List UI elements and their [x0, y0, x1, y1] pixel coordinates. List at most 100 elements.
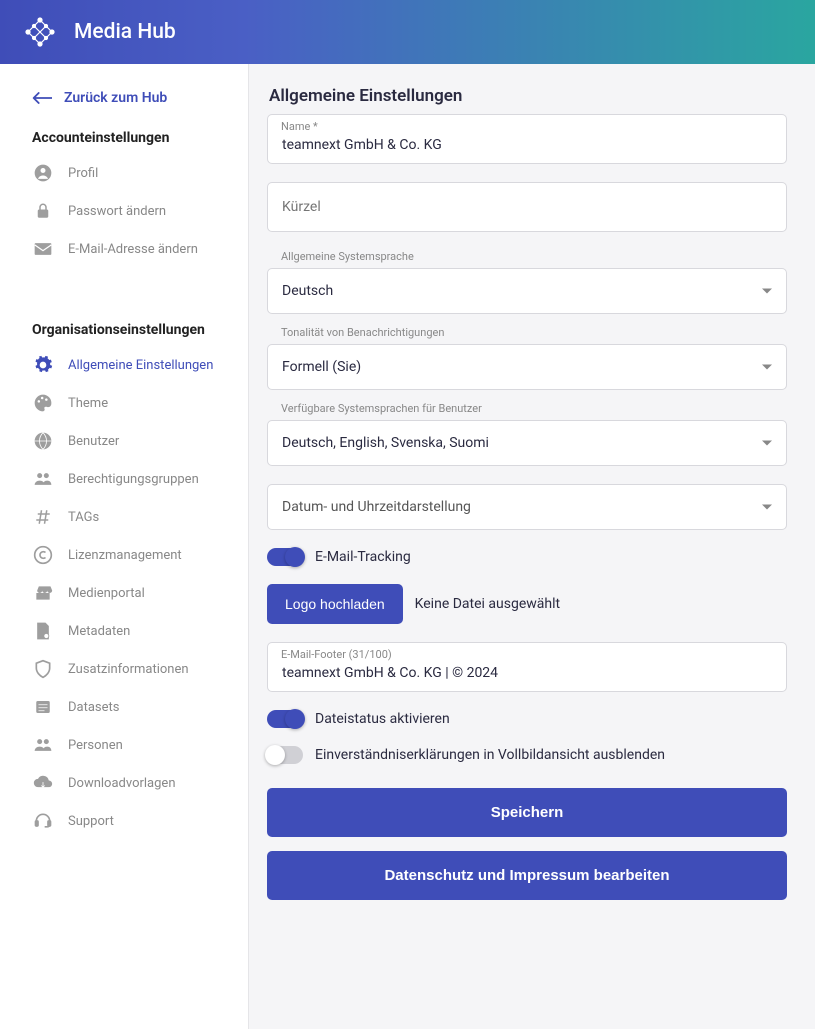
palette-icon	[32, 392, 54, 414]
sidebar-item-label: Theme	[68, 396, 108, 411]
email-footer-label: E-Mail-Footer (31/100)	[281, 648, 392, 661]
tonality-wrap: Tonalität von Benachrichtigungen Formell…	[267, 326, 787, 390]
people-icon	[32, 734, 54, 756]
copyright-icon	[32, 544, 54, 566]
datetime-select[interactable]: Datum- und Uhrzeitdarstellung	[267, 484, 787, 530]
syslang-value: Deutsch	[282, 283, 333, 299]
sidebar-item-label: Profil	[68, 166, 98, 181]
datetime-wrap: Datum- und Uhrzeitdarstellung	[267, 484, 787, 530]
consent-hide-row: Einverständniserklärungen in Vollbildans…	[267, 746, 787, 764]
arrow-left-icon	[32, 91, 52, 105]
account-section-title: Accounteinstellungen	[0, 124, 248, 154]
org-section-title: Organisationseinstellungen	[0, 316, 248, 346]
sidebar-item-persons[interactable]: Personen	[0, 726, 248, 764]
abbrev-input[interactable]	[267, 182, 787, 232]
sidebar-item-label: Passwort ändern	[68, 204, 166, 219]
file-gear-icon	[32, 620, 54, 642]
consent-hide-toggle[interactable]	[267, 746, 303, 764]
sidebar-item-theme[interactable]: Theme	[0, 384, 248, 422]
storefront-icon	[32, 582, 54, 604]
page-title: Allgemeine Einstellungen	[267, 86, 787, 106]
sidebar-item-label: Downloadvorlagen	[68, 776, 176, 791]
sidebar-item-permission-groups[interactable]: Berechtigungsgruppen	[0, 460, 248, 498]
app-logo-icon	[20, 12, 60, 52]
sidebar-item-label: Personen	[68, 738, 123, 753]
name-field-wrap: Name *	[267, 114, 787, 164]
sidebar-item-label: Datasets	[68, 700, 120, 715]
sidebar-item-label: TAGs	[68, 510, 99, 525]
logo-upload-button[interactable]: Logo hochladen	[267, 584, 403, 624]
app-title: Media Hub	[74, 20, 176, 44]
topbar: Media Hub	[0, 0, 815, 64]
sidebar-item-additional-info[interactable]: Zusatzinformationen	[0, 650, 248, 688]
logo-upload-row: Logo hochladen Keine Datei ausgewählt	[267, 584, 787, 624]
abbrev-field-wrap	[267, 182, 787, 232]
sidebar-item-label: E-Mail-Adresse ändern	[68, 242, 198, 257]
logo-upload-status: Keine Datei ausgewählt	[415, 596, 560, 612]
name-label: Name *	[281, 120, 318, 133]
chevron-down-icon	[762, 365, 772, 370]
tonality-value: Formell (Sie)	[282, 359, 361, 375]
chevron-down-icon	[762, 505, 772, 510]
group-icon	[32, 468, 54, 490]
sidebar-item-users[interactable]: Benutzer	[0, 422, 248, 460]
sidebar-item-password[interactable]: Passwort ändern	[0, 192, 248, 230]
syslang-select[interactable]: Deutsch	[267, 268, 787, 314]
mail-icon	[32, 238, 54, 260]
sidebar-item-support[interactable]: Support	[0, 802, 248, 840]
email-tracking-label: E-Mail-Tracking	[315, 549, 411, 565]
sidebar-item-label: Benutzer	[68, 434, 119, 449]
sidebar-item-label: Metadaten	[68, 624, 130, 639]
shield-icon	[32, 658, 54, 680]
file-status-row: Dateistatus aktivieren	[267, 710, 787, 728]
main-content: Allgemeine Einstellungen Name * Allgemei…	[249, 64, 815, 1029]
app-logo[interactable]: Media Hub	[20, 12, 176, 52]
person-circle-icon	[32, 162, 54, 184]
list-icon	[32, 696, 54, 718]
consent-hide-label: Einverständniserklärungen in Vollbildans…	[315, 747, 665, 763]
sidebar-item-media-portal[interactable]: Medienportal	[0, 574, 248, 612]
back-link-label: Zurück zum Hub	[64, 90, 167, 106]
sidebar-item-label: Allgemeine Einstellungen	[68, 358, 213, 373]
avail-langs-select[interactable]: Deutsch, English, Svenska, Suomi	[267, 420, 787, 466]
name-input[interactable]	[267, 114, 787, 164]
sidebar-item-tags[interactable]: TAGs	[0, 498, 248, 536]
sidebar: Zurück zum Hub Accounteinstellungen Prof…	[0, 64, 249, 1029]
email-tracking-row: E-Mail-Tracking	[267, 548, 787, 566]
datetime-label: Datum- und Uhrzeitdarstellung	[282, 499, 471, 515]
sidebar-item-label: Lizenzmanagement	[68, 548, 182, 563]
sidebar-item-datasets[interactable]: Datasets	[0, 688, 248, 726]
email-footer-wrap: E-Mail-Footer (31/100)	[267, 642, 787, 692]
avail-langs-wrap: Verfügbare Systemsprachen für Benutzer D…	[267, 402, 787, 466]
chevron-down-icon	[762, 289, 772, 294]
file-status-toggle[interactable]	[267, 710, 303, 728]
lock-icon	[32, 200, 54, 222]
avail-langs-label: Verfügbare Systemsprachen für Benutzer	[267, 402, 787, 420]
sidebar-item-label: Zusatzinformationen	[68, 662, 189, 677]
syslang-label: Allgemeine Systemsprache	[267, 250, 787, 268]
privacy-imprint-button[interactable]: Datenschutz und Impressum bearbeiten	[267, 851, 787, 900]
sidebar-item-metadata[interactable]: Metadaten	[0, 612, 248, 650]
headset-icon	[32, 810, 54, 832]
save-button[interactable]: Speichern	[267, 788, 787, 837]
cloud-download-icon	[32, 772, 54, 794]
sidebar-item-label: Medienportal	[68, 586, 145, 601]
gear-icon	[32, 354, 54, 376]
email-tracking-toggle[interactable]	[267, 548, 303, 566]
sidebar-item-license[interactable]: Lizenzmanagement	[0, 536, 248, 574]
sidebar-item-profile[interactable]: Profil	[0, 154, 248, 192]
file-status-label: Dateistatus aktivieren	[315, 711, 450, 727]
hash-icon	[32, 506, 54, 528]
globe-icon	[32, 430, 54, 452]
back-to-hub-link[interactable]: Zurück zum Hub	[0, 82, 248, 124]
sidebar-item-download-templates[interactable]: Downloadvorlagen	[0, 764, 248, 802]
syslang-wrap: Allgemeine Systemsprache Deutsch	[267, 250, 787, 314]
sidebar-item-label: Support	[68, 814, 114, 829]
chevron-down-icon	[762, 441, 772, 446]
sidebar-item-email[interactable]: E-Mail-Adresse ändern	[0, 230, 248, 268]
tonality-label: Tonalität von Benachrichtigungen	[267, 326, 787, 344]
sidebar-item-general-settings[interactable]: Allgemeine Einstellungen	[0, 346, 248, 384]
avail-langs-value: Deutsch, English, Svenska, Suomi	[282, 435, 489, 451]
sidebar-item-label: Berechtigungsgruppen	[68, 472, 199, 487]
tonality-select[interactable]: Formell (Sie)	[267, 344, 787, 390]
